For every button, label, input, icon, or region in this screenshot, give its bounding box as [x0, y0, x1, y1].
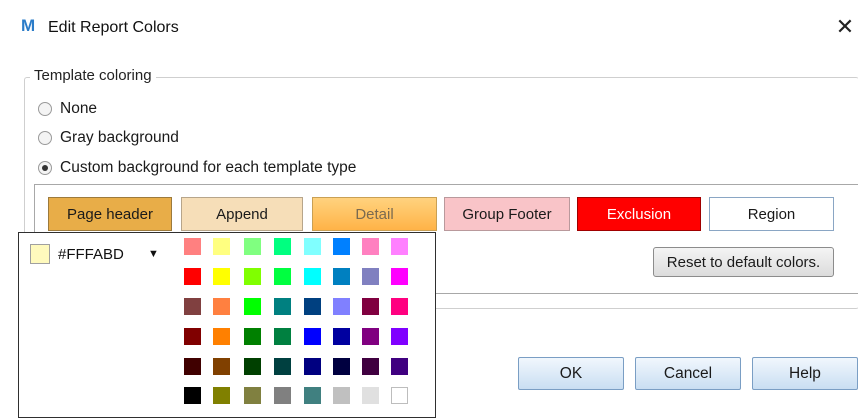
palette-swatch[interactable]	[391, 328, 408, 345]
radio-button[interactable]	[38, 161, 52, 175]
close-icon[interactable]: ✕	[832, 12, 858, 42]
palette-swatch[interactable]	[333, 328, 350, 345]
palette-swatch[interactable]	[244, 268, 261, 285]
radio-gray-background[interactable]: Gray background	[38, 127, 179, 149]
palette-swatch[interactable]	[391, 358, 408, 375]
palette-swatch[interactable]	[274, 328, 291, 345]
palette-swatch[interactable]	[304, 358, 321, 375]
palette-swatch[interactable]	[244, 298, 261, 315]
palette-swatch[interactable]	[333, 358, 350, 375]
palette-swatch[interactable]	[244, 387, 261, 404]
palette-swatch[interactable]	[362, 238, 379, 255]
palette-swatch[interactable]	[362, 328, 379, 345]
palette-swatch[interactable]	[184, 328, 201, 345]
palette-swatch[interactable]	[213, 358, 230, 375]
palette-swatch[interactable]	[304, 238, 321, 255]
palette-swatch[interactable]	[391, 387, 408, 404]
palette-swatch[interactable]	[184, 387, 201, 404]
palette-swatch[interactable]	[391, 298, 408, 315]
cancel-button[interactable]: Cancel	[635, 357, 741, 390]
radio-button[interactable]	[38, 102, 52, 116]
palette-swatch[interactable]	[274, 238, 291, 255]
palette-swatch[interactable]	[213, 387, 230, 404]
palette-swatch[interactable]	[274, 358, 291, 375]
palette-swatch[interactable]	[362, 298, 379, 315]
palette-swatch[interactable]	[184, 298, 201, 315]
ok-button[interactable]: OK	[518, 357, 624, 390]
reset-default-colors-button[interactable]: Reset to default colors.	[653, 247, 834, 277]
title-bar: M Edit Report Colors ✕	[0, 0, 858, 58]
color-hex-value: #FFFABD	[58, 246, 124, 263]
palette-swatch[interactable]	[244, 328, 261, 345]
palette-swatch[interactable]	[213, 298, 230, 315]
append-color-button[interactable]: Append	[181, 197, 303, 231]
palette-swatch[interactable]	[391, 238, 408, 255]
palette-swatch[interactable]	[274, 268, 291, 285]
current-color-swatch	[30, 244, 50, 264]
palette-swatch[interactable]	[362, 268, 379, 285]
radio-button[interactable]	[38, 131, 52, 145]
radio-label-gray-background: Gray background	[60, 129, 179, 146]
palette-swatch[interactable]	[362, 358, 379, 375]
palette-swatch[interactable]	[213, 268, 230, 285]
palette-swatch[interactable]	[304, 268, 321, 285]
page-header-color-button[interactable]: Page header	[48, 197, 172, 231]
palette-swatch[interactable]	[333, 238, 350, 255]
radio-label-custom-background: Custom background for each template type	[60, 159, 357, 176]
radio-none[interactable]: None	[38, 98, 97, 120]
palette-swatch[interactable]	[244, 358, 261, 375]
palette-swatch[interactable]	[362, 387, 379, 404]
palette-swatch[interactable]	[333, 298, 350, 315]
palette-swatch[interactable]	[274, 298, 291, 315]
app-logo: M	[21, 16, 36, 35]
radio-custom-background[interactable]: Custom background for each template type	[38, 157, 356, 179]
template-coloring-legend: Template coloring	[30, 67, 156, 84]
region-color-button[interactable]: Region	[709, 197, 834, 231]
palette-swatch[interactable]	[213, 238, 230, 255]
group-footer-color-button[interactable]: Group Footer	[444, 197, 570, 231]
window-title: Edit Report Colors	[48, 19, 179, 36]
exclusion-color-button[interactable]: Exclusion	[577, 197, 701, 231]
help-button[interactable]: Help	[752, 357, 858, 390]
palette-swatch[interactable]	[184, 268, 201, 285]
palette-swatch[interactable]	[213, 328, 230, 345]
palette-swatch[interactable]	[184, 358, 201, 375]
palette-swatch[interactable]	[391, 268, 408, 285]
palette-swatch[interactable]	[304, 298, 321, 315]
radio-label-none: None	[60, 100, 98, 117]
chevron-down-icon[interactable]: ▼	[148, 248, 159, 260]
palette-swatch[interactable]	[184, 238, 201, 255]
palette-swatch[interactable]	[274, 387, 291, 404]
palette-swatch[interactable]	[333, 268, 350, 285]
palette-swatch[interactable]	[333, 387, 350, 404]
palette-swatch[interactable]	[244, 238, 261, 255]
detail-color-button[interactable]: Detail	[312, 197, 437, 231]
palette-swatch[interactable]	[304, 328, 321, 345]
palette-swatch[interactable]	[304, 387, 321, 404]
